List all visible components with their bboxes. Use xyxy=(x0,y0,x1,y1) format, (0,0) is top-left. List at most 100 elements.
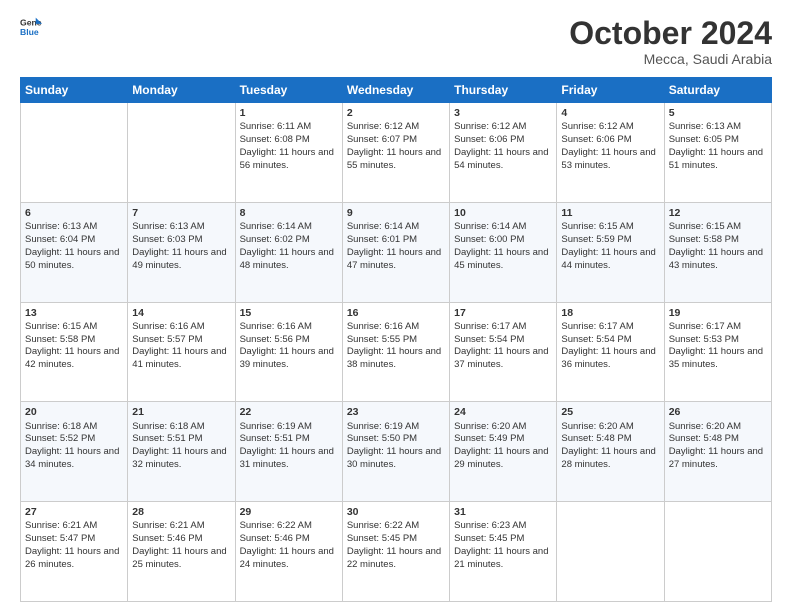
table-row: 15Sunrise: 6:16 AMSunset: 5:56 PMDayligh… xyxy=(235,302,342,402)
col-saturday: Saturday xyxy=(664,78,771,103)
daylight-text: Daylight: 11 hours and 56 minutes. xyxy=(240,147,334,171)
table-row xyxy=(128,103,235,203)
sunrise-text: Sunrise: 6:23 AM xyxy=(454,520,526,531)
daylight-text: Daylight: 11 hours and 42 minutes. xyxy=(25,346,119,370)
table-row: 2Sunrise: 6:12 AMSunset: 6:07 PMDaylight… xyxy=(342,103,449,203)
daylight-text: Daylight: 11 hours and 36 minutes. xyxy=(561,346,655,370)
sunset-text: Sunset: 5:50 PM xyxy=(347,433,417,444)
calendar-week-row: 6Sunrise: 6:13 AMSunset: 6:04 PMDaylight… xyxy=(21,202,772,302)
sunrise-text: Sunrise: 6:12 AM xyxy=(561,121,633,132)
sunset-text: Sunset: 5:57 PM xyxy=(132,334,202,345)
sunrise-text: Sunrise: 6:13 AM xyxy=(25,221,97,232)
sunset-text: Sunset: 6:08 PM xyxy=(240,134,310,145)
day-number: 3 xyxy=(454,106,552,120)
table-row: 17Sunrise: 6:17 AMSunset: 5:54 PMDayligh… xyxy=(450,302,557,402)
day-number: 2 xyxy=(347,106,445,120)
daylight-text: Daylight: 11 hours and 35 minutes. xyxy=(669,346,763,370)
col-tuesday: Tuesday xyxy=(235,78,342,103)
daylight-text: Daylight: 11 hours and 48 minutes. xyxy=(240,247,334,271)
day-number: 9 xyxy=(347,206,445,220)
day-number: 28 xyxy=(132,505,230,519)
sunset-text: Sunset: 5:49 PM xyxy=(454,433,524,444)
sunset-text: Sunset: 6:02 PM xyxy=(240,234,310,245)
sunset-text: Sunset: 5:48 PM xyxy=(669,433,739,444)
table-row: 13Sunrise: 6:15 AMSunset: 5:58 PMDayligh… xyxy=(21,302,128,402)
sunset-text: Sunset: 5:54 PM xyxy=(561,334,631,345)
sunrise-text: Sunrise: 6:14 AM xyxy=(347,221,419,232)
col-monday: Monday xyxy=(128,78,235,103)
sunrise-text: Sunrise: 6:20 AM xyxy=(454,421,526,432)
sunset-text: Sunset: 5:53 PM xyxy=(669,334,739,345)
day-number: 7 xyxy=(132,206,230,220)
sunrise-text: Sunrise: 6:21 AM xyxy=(132,520,204,531)
sunset-text: Sunset: 6:04 PM xyxy=(25,234,95,245)
day-number: 27 xyxy=(25,505,123,519)
calendar-week-row: 27Sunrise: 6:21 AMSunset: 5:47 PMDayligh… xyxy=(21,502,772,602)
table-row: 25Sunrise: 6:20 AMSunset: 5:48 PMDayligh… xyxy=(557,402,664,502)
sunrise-text: Sunrise: 6:13 AM xyxy=(132,221,204,232)
table-row xyxy=(664,502,771,602)
sunset-text: Sunset: 5:55 PM xyxy=(347,334,417,345)
daylight-text: Daylight: 11 hours and 34 minutes. xyxy=(25,446,119,470)
daylight-text: Daylight: 11 hours and 32 minutes. xyxy=(132,446,226,470)
table-row: 8Sunrise: 6:14 AMSunset: 6:02 PMDaylight… xyxy=(235,202,342,302)
day-number: 29 xyxy=(240,505,338,519)
table-row: 16Sunrise: 6:16 AMSunset: 5:55 PMDayligh… xyxy=(342,302,449,402)
daylight-text: Daylight: 11 hours and 55 minutes. xyxy=(347,147,441,171)
sunrise-text: Sunrise: 6:15 AM xyxy=(561,221,633,232)
day-number: 22 xyxy=(240,405,338,419)
sunset-text: Sunset: 6:01 PM xyxy=(347,234,417,245)
col-thursday: Thursday xyxy=(450,78,557,103)
daylight-text: Daylight: 11 hours and 22 minutes. xyxy=(347,546,441,570)
logo-icon: General Blue xyxy=(20,16,42,38)
sunset-text: Sunset: 5:56 PM xyxy=(240,334,310,345)
sunrise-text: Sunrise: 6:15 AM xyxy=(669,221,741,232)
calendar-week-row: 13Sunrise: 6:15 AMSunset: 5:58 PMDayligh… xyxy=(21,302,772,402)
sunset-text: Sunset: 5:46 PM xyxy=(132,533,202,544)
sunset-text: Sunset: 5:54 PM xyxy=(454,334,524,345)
day-number: 24 xyxy=(454,405,552,419)
daylight-text: Daylight: 11 hours and 44 minutes. xyxy=(561,247,655,271)
table-row: 12Sunrise: 6:15 AMSunset: 5:58 PMDayligh… xyxy=(664,202,771,302)
table-row xyxy=(21,103,128,203)
day-number: 16 xyxy=(347,306,445,320)
daylight-text: Daylight: 11 hours and 47 minutes. xyxy=(347,247,441,271)
sunset-text: Sunset: 6:03 PM xyxy=(132,234,202,245)
daylight-text: Daylight: 11 hours and 50 minutes. xyxy=(25,247,119,271)
sunrise-text: Sunrise: 6:19 AM xyxy=(240,421,312,432)
sunset-text: Sunset: 5:51 PM xyxy=(132,433,202,444)
sunset-text: Sunset: 6:06 PM xyxy=(561,134,631,145)
sub-title: Mecca, Saudi Arabia xyxy=(569,51,772,67)
col-sunday: Sunday xyxy=(21,78,128,103)
day-number: 13 xyxy=(25,306,123,320)
daylight-text: Daylight: 11 hours and 43 minutes. xyxy=(669,247,763,271)
sunrise-text: Sunrise: 6:16 AM xyxy=(240,321,312,332)
day-number: 26 xyxy=(669,405,767,419)
table-row: 11Sunrise: 6:15 AMSunset: 5:59 PMDayligh… xyxy=(557,202,664,302)
sunrise-text: Sunrise: 6:18 AM xyxy=(25,421,97,432)
sunrise-text: Sunrise: 6:14 AM xyxy=(454,221,526,232)
daylight-text: Daylight: 11 hours and 41 minutes. xyxy=(132,346,226,370)
table-row: 20Sunrise: 6:18 AMSunset: 5:52 PMDayligh… xyxy=(21,402,128,502)
col-friday: Friday xyxy=(557,78,664,103)
sunrise-text: Sunrise: 6:14 AM xyxy=(240,221,312,232)
table-row: 21Sunrise: 6:18 AMSunset: 5:51 PMDayligh… xyxy=(128,402,235,502)
table-row: 18Sunrise: 6:17 AMSunset: 5:54 PMDayligh… xyxy=(557,302,664,402)
day-number: 23 xyxy=(347,405,445,419)
sunrise-text: Sunrise: 6:18 AM xyxy=(132,421,204,432)
day-number: 20 xyxy=(25,405,123,419)
header: General Blue October 2024 Mecca, Saudi A… xyxy=(20,16,772,67)
day-number: 31 xyxy=(454,505,552,519)
day-number: 17 xyxy=(454,306,552,320)
sunset-text: Sunset: 5:46 PM xyxy=(240,533,310,544)
sunrise-text: Sunrise: 6:16 AM xyxy=(132,321,204,332)
sunset-text: Sunset: 6:05 PM xyxy=(669,134,739,145)
sunrise-text: Sunrise: 6:20 AM xyxy=(669,421,741,432)
daylight-text: Daylight: 11 hours and 39 minutes. xyxy=(240,346,334,370)
table-row xyxy=(557,502,664,602)
calendar-header-row: Sunday Monday Tuesday Wednesday Thursday… xyxy=(21,78,772,103)
daylight-text: Daylight: 11 hours and 38 minutes. xyxy=(347,346,441,370)
daylight-text: Daylight: 11 hours and 24 minutes. xyxy=(240,546,334,570)
sunrise-text: Sunrise: 6:12 AM xyxy=(454,121,526,132)
sunset-text: Sunset: 5:51 PM xyxy=(240,433,310,444)
